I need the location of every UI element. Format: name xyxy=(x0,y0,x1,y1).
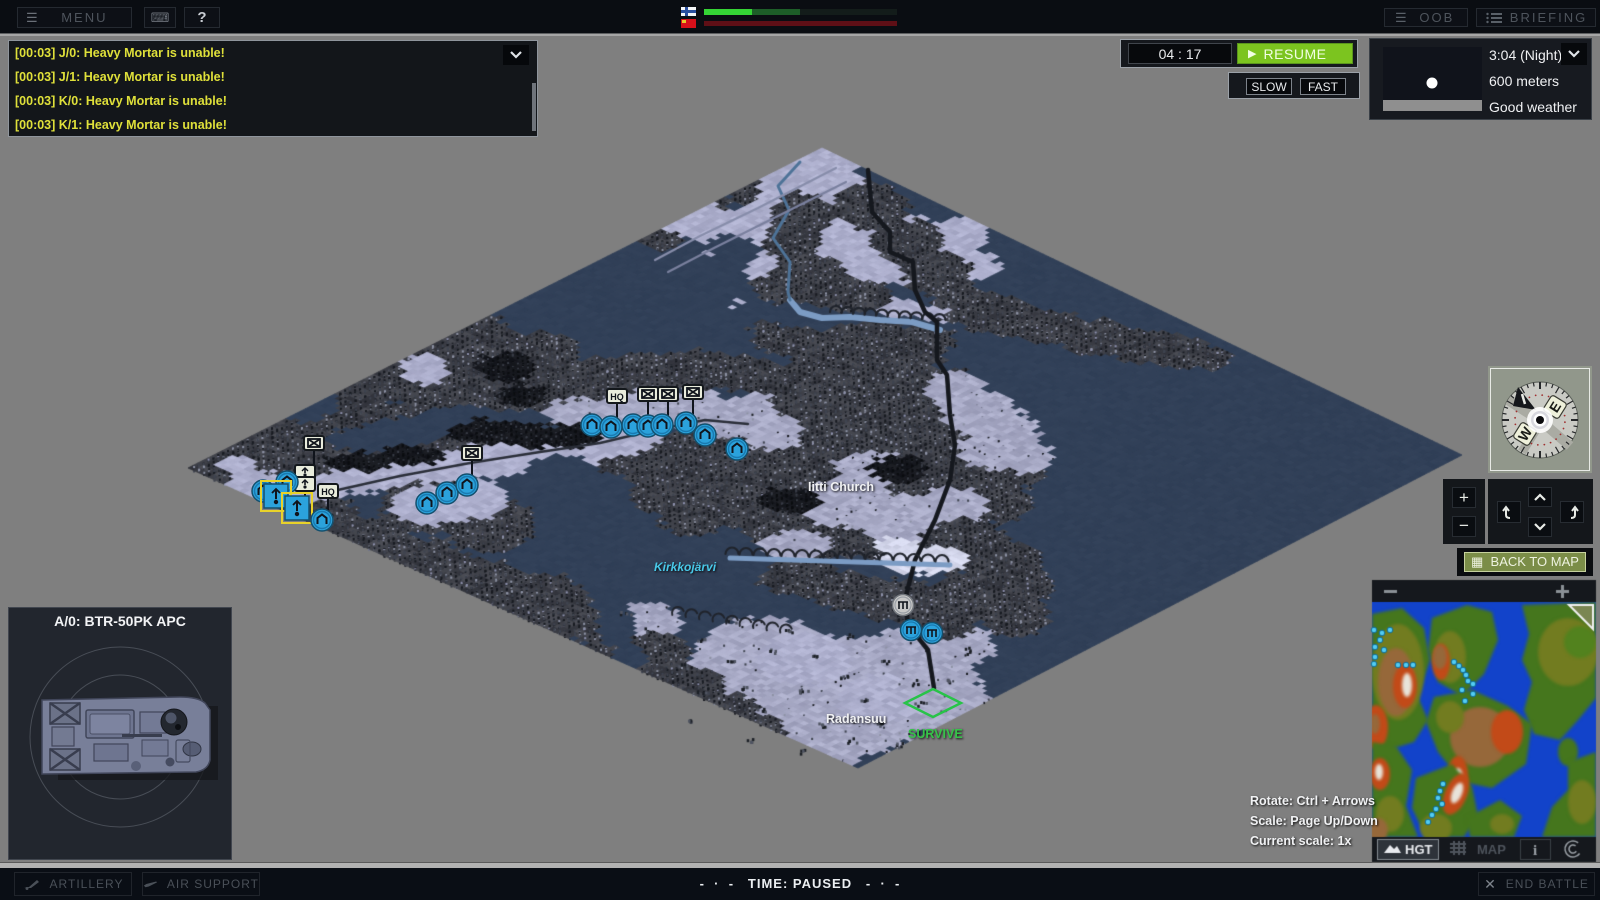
svg-text:HQ: HQ xyxy=(610,392,624,402)
svg-text:HQ: HQ xyxy=(321,487,335,497)
